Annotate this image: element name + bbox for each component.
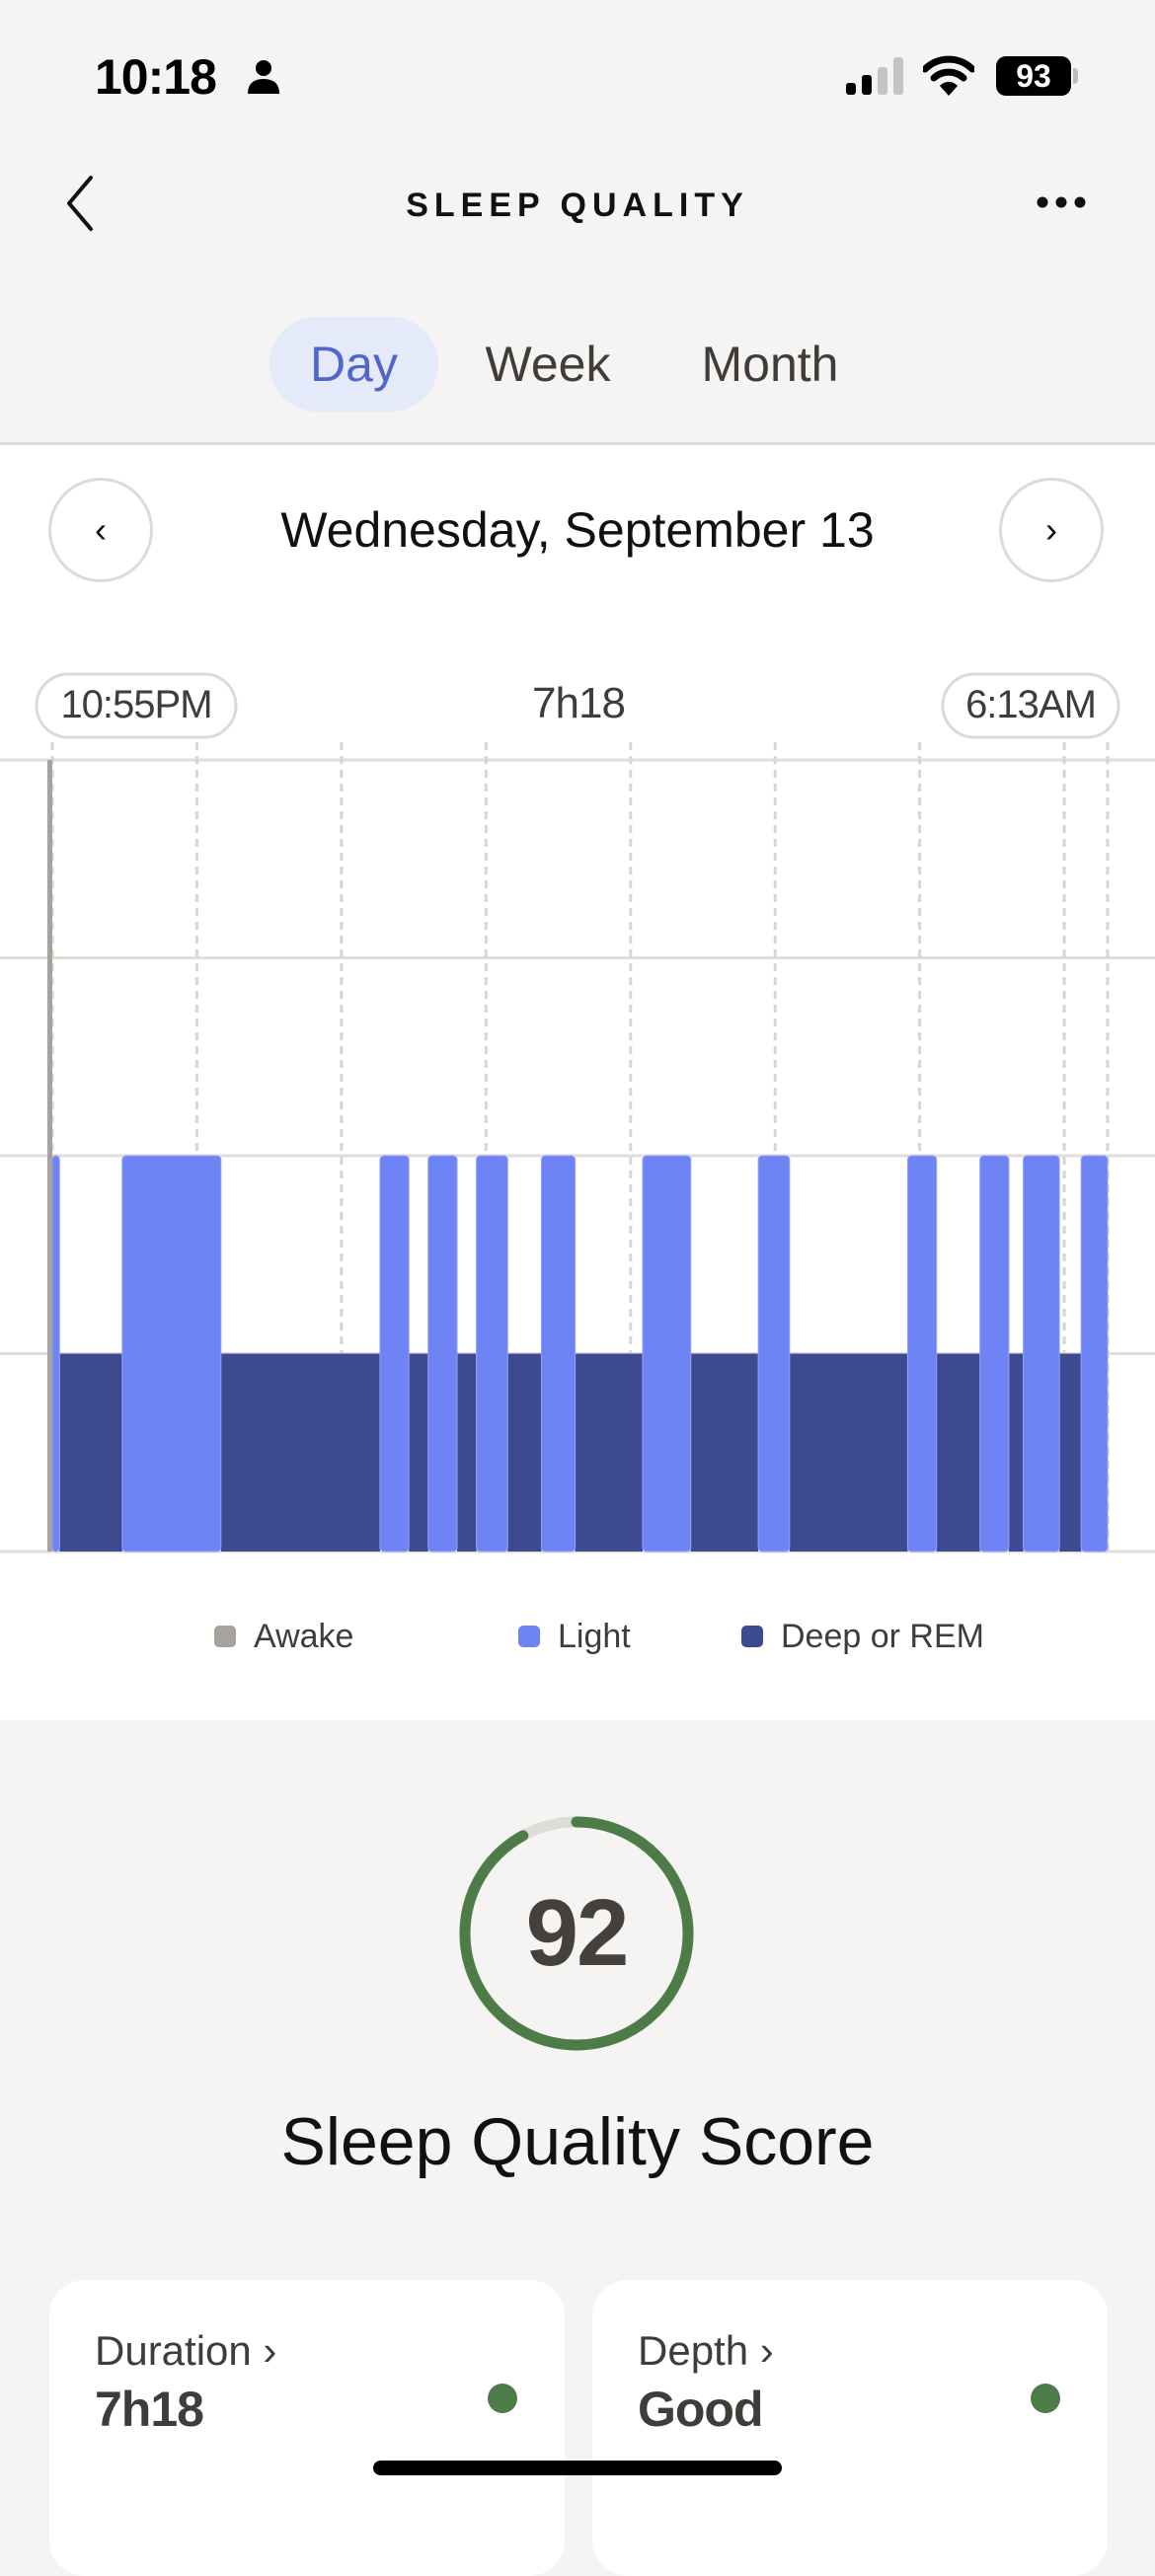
person-icon	[248, 60, 279, 94]
more-options-button[interactable]	[1027, 183, 1096, 222]
tab-month[interactable]: Month	[681, 317, 859, 412]
start-time-label: 10:55PM	[60, 683, 211, 726]
home-indicator[interactable]	[373, 2461, 782, 2475]
light-segment	[121, 1155, 222, 1553]
status-dot-icon	[488, 2384, 517, 2413]
signal-bar	[846, 83, 856, 95]
deep-segment	[690, 1353, 759, 1552]
deep-segment	[575, 1353, 643, 1552]
deep-segment	[936, 1353, 980, 1552]
signal-bar	[893, 57, 903, 95]
score-title: Sleep Quality Score	[280, 2104, 875, 2179]
light-segment	[1080, 1155, 1109, 1553]
light-segment	[379, 1155, 410, 1553]
signal-icon	[846, 57, 903, 95]
score-value: 92	[525, 1880, 630, 1986]
depth-card[interactable]: Depth › Good	[592, 2280, 1108, 2576]
light-segment	[540, 1155, 577, 1553]
depth-label: Depth ›	[638, 2327, 774, 2374]
chevron-left-icon: ‹	[95, 509, 107, 550]
legend-item-awake: Awake	[214, 1615, 353, 1658]
deep-segment	[457, 1353, 477, 1552]
depth-value: Good	[638, 2382, 764, 2437]
previous-day-button[interactable]: ‹	[48, 478, 153, 582]
duration-card[interactable]: Duration › 7h18	[49, 2280, 565, 2576]
light-segment	[979, 1155, 1010, 1553]
legend-label: Awake	[254, 1617, 354, 1655]
wifi-icon	[923, 55, 974, 96]
chevron-right-icon: ›	[1045, 509, 1057, 550]
deep-segment	[409, 1353, 428, 1552]
legend-label: Light	[558, 1617, 631, 1655]
duration-label: Duration ›	[95, 2327, 277, 2374]
page-title: SLEEP QUALITY	[406, 187, 749, 224]
deep-segment	[1059, 1353, 1082, 1552]
light-segment	[1023, 1155, 1060, 1553]
end-time-label: 6:13AM	[965, 683, 1096, 726]
duration-label: 7h18	[532, 679, 625, 727]
tab-day[interactable]: Day	[270, 317, 438, 412]
battery-icon: 93	[996, 56, 1071, 96]
signal-bar	[862, 75, 872, 95]
status-dot-icon	[1031, 2384, 1060, 2413]
signal-bar	[878, 67, 887, 95]
legend-label: Deep or REM	[781, 1617, 984, 1655]
status-time: 10:18	[95, 49, 217, 105]
light-segment	[476, 1155, 508, 1553]
date-label: Wednesday, September 13	[280, 502, 875, 558]
next-day-button[interactable]: ›	[999, 478, 1104, 582]
deep-segment	[220, 1353, 380, 1552]
tab-week[interactable]: Week	[464, 317, 632, 412]
light-segment	[51, 1155, 60, 1553]
awake-segment	[47, 760, 52, 1552]
light-segment	[906, 1155, 938, 1553]
deep-segment	[507, 1353, 542, 1552]
duration-value: 7h18	[95, 2382, 204, 2437]
battery-nub	[1073, 68, 1078, 84]
deep-segment	[59, 1353, 122, 1552]
deep-segment	[789, 1353, 908, 1552]
light-segment	[642, 1155, 692, 1553]
legend-item-deep: Deep or REM	[741, 1615, 984, 1658]
legend-item-light: Light	[518, 1615, 631, 1658]
sleep-stage-chart: 10:55PM 7h18 6:13AM	[0, 672, 1155, 1553]
more-horizontal-icon	[1037, 196, 1086, 208]
legend-swatch-awake	[214, 1626, 236, 1647]
light-segment	[427, 1155, 458, 1553]
legend-swatch-light	[518, 1626, 540, 1647]
light-segment	[757, 1155, 791, 1553]
deep-segment	[1008, 1353, 1024, 1552]
legend-swatch-deep	[741, 1626, 763, 1647]
